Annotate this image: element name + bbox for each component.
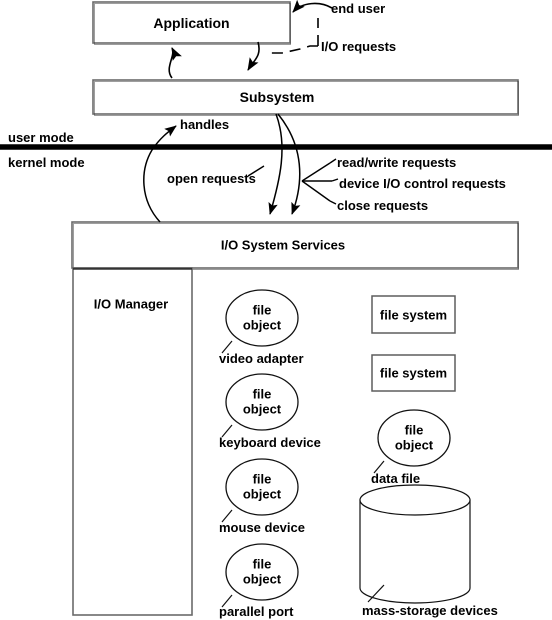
ellipse-line-2: object [242, 487, 282, 502]
io-system-diagram: Application Subsystem I/O System Service… [0, 0, 552, 620]
annotation-close-requests: close requests [337, 198, 429, 213]
caption-mouse-device: mouse device [219, 520, 305, 535]
ellipse-line-1: file [252, 386, 272, 402]
ellipse-text-file-object-mouse: file object [243, 472, 281, 503]
ellipse-line-2: object [242, 572, 282, 587]
caption-video-adapter: video adapter [219, 351, 304, 366]
ellipse-line-1: file [252, 302, 272, 318]
box-label-file-system-1: file system [379, 307, 448, 322]
ellipse-line-1: file [252, 556, 272, 572]
leader-request-group [301, 158, 339, 205]
ellipse-text-file-object-data: file object [395, 423, 433, 454]
caption-parallel-port: parallel port [219, 604, 294, 619]
ellipse-text-file-object-video: file object [243, 303, 281, 334]
arrow-subsystem-to-application [168, 47, 182, 79]
ellipse-line-2: object [242, 318, 282, 333]
ellipse-text-file-object-parallel: file object [243, 557, 281, 588]
ellipse-text-file-object-keyboard: file object [243, 387, 281, 418]
arrow-end-user [292, 0, 333, 13]
annotation-end-user: end user [331, 1, 386, 16]
arrow-open-requests [268, 113, 283, 215]
box-label-subsystem: Subsystem [239, 89, 315, 105]
cylinder-mass-storage [359, 484, 471, 604]
arrow-application-to-subsystem [247, 41, 260, 71]
box-label-application: Application [153, 14, 230, 31]
ellipse-line-1: file [252, 471, 272, 487]
annotation-open-requests: open requests [167, 171, 256, 186]
user-mode-label: user mode [8, 130, 74, 145]
annotation-handles: handles [180, 117, 230, 132]
caption-data-file: data file [371, 471, 421, 486]
ellipse-line-1: file [404, 422, 424, 438]
box-label-io-system-services: I/O System Services [220, 237, 346, 253]
caption-mass-storage-devices: mass-storage devices [362, 603, 498, 618]
box-label-file-system-2: file system [379, 365, 448, 381]
annotation-io-requests: I/O requests [321, 39, 397, 54]
kernel-mode-label: kernel mode [8, 155, 85, 170]
ellipse-line-2: object [394, 438, 434, 453]
annotation-device-io-control-requests: device I/O control requests [339, 176, 506, 191]
ellipse-line-2: object [242, 402, 282, 417]
box-io-manager [72, 267, 193, 616]
annotation-read-write-requests: read/write requests [337, 155, 457, 170]
box-label-io-manager: I/O Manager [93, 296, 169, 312]
caption-keyboard-device: keyboard device [219, 435, 321, 450]
